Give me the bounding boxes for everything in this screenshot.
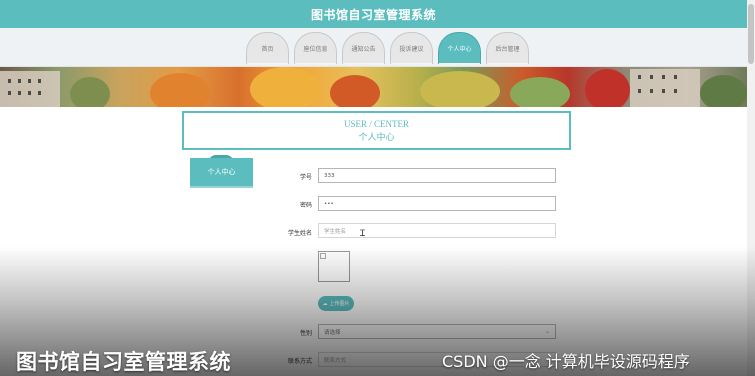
- nav-tab-notices[interactable]: 通知公告: [342, 32, 385, 64]
- top-navbar: 首页 座位信息 通知公告 投诉建议 个人中心 后台管理: [0, 28, 747, 67]
- page-scrollbar[interactable]: [747, 0, 755, 376]
- gender-select-value: 请选择: [324, 329, 341, 336]
- avatar-image-preview: [318, 251, 350, 282]
- contact-label: 联系方式: [287, 358, 312, 365]
- watermark-csdn-credit: CSDN @一念 计算机毕设源码程序: [442, 352, 690, 371]
- sidebar-tab-underline: [190, 186, 253, 188]
- password-input[interactable]: •••: [318, 196, 556, 211]
- student-name-input[interactable]: 学生姓名: [318, 223, 556, 238]
- nav-tab-seat-info[interactable]: 座位信息: [294, 32, 337, 64]
- nav-tab-admin[interactable]: 后台管理: [486, 32, 529, 64]
- sidebar-menu: 个人中心: [190, 155, 253, 188]
- sidebar-item-personal-center[interactable]: 个人中心: [190, 158, 253, 186]
- nav-tab-home[interactable]: 首页: [246, 32, 289, 64]
- student-name-label: 学生姓名: [287, 230, 312, 237]
- user-center-title-zh: 个人中心: [358, 132, 395, 142]
- gender-label: 性别: [299, 330, 312, 337]
- text-cursor-icon: Ɪ: [360, 229, 366, 239]
- campus-banner-image: [0, 67, 747, 107]
- gender-select[interactable]: 请选择 ⌄: [318, 324, 556, 339]
- user-center-title-en: USER / CENTER: [343, 119, 409, 129]
- nav-tab-complaints[interactable]: 投诉建议: [390, 32, 433, 64]
- upload-image-label: 上传图片: [329, 301, 350, 307]
- scrollbar-thumb[interactable]: [748, 4, 754, 64]
- nav-tab-personal-center[interactable]: 个人中心: [438, 32, 481, 64]
- nav-tabs: 首页 座位信息 通知公告 投诉建议 个人中心 后台管理: [246, 32, 529, 64]
- student-id-label: 学号: [299, 174, 312, 181]
- user-center-header: USER / CENTER 个人中心: [182, 111, 571, 150]
- upload-image-button[interactable]: ☁ 上传图片: [318, 296, 354, 311]
- watermark-system-title: 图书馆自习室管理系统: [16, 350, 231, 374]
- password-label: 密码: [299, 202, 312, 209]
- site-title: 图书馆自习室管理系统: [0, 0, 747, 28]
- upload-cloud-icon: ☁: [322, 300, 328, 307]
- student-id-input[interactable]: 333: [318, 168, 556, 183]
- chevron-down-icon: ⌄: [544, 328, 550, 335]
- broken-image-icon: [320, 253, 326, 259]
